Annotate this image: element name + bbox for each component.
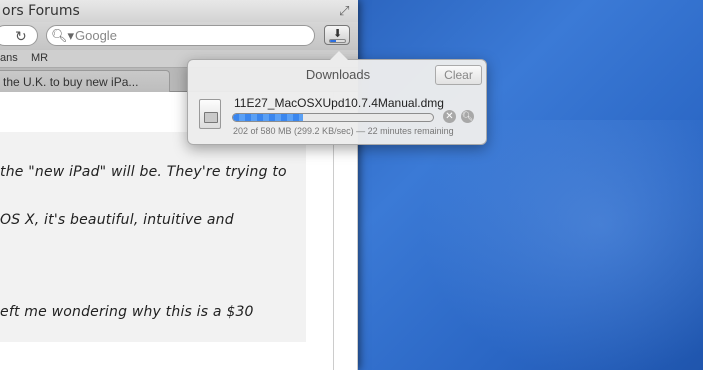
downloads-button[interactable]: ⬇ [324, 25, 350, 45]
popover-arrow [330, 51, 348, 60]
bookmark-item[interactable]: MR [31, 52, 48, 64]
tab[interactable]: the U.K. to buy new iPa... [0, 70, 170, 92]
forum-post: the "new iPad" will be. They're trying t… [0, 132, 306, 342]
search-field[interactable]: 🔍︎▾ [46, 25, 315, 46]
address-field[interactable]: ↻ [0, 25, 38, 46]
safari-window: ors Forums ⤢ ↻ 🔍︎▾ ⬇ ans MR the U.K. to … [0, 0, 358, 370]
fullscreen-icon[interactable]: ⤢ [339, 3, 355, 19]
post-text-line: the "new iPad" will be. They're trying t… [0, 164, 287, 180]
post-text-line: eft me wondering why this is a $30 [0, 304, 254, 320]
download-status: 202 of 580 MB (299.2 KB/sec) — 22 minute… [233, 126, 454, 136]
reveal-in-finder-icon[interactable]: 🔍︎ [461, 110, 474, 123]
stop-download-icon[interactable]: ✕ [443, 110, 456, 123]
downloads-mini-progress [329, 39, 346, 43]
bookmark-item[interactable]: ans [0, 52, 18, 64]
search-icon: 🔍︎▾ [51, 28, 75, 43]
window-title: ors Forums [2, 3, 80, 19]
post-text-line: OS X, it's beautiful, intuitive and [0, 212, 234, 228]
search-input[interactable] [75, 26, 305, 45]
download-progress-bar [232, 113, 434, 122]
download-file-name: 11E27_MacOSXUpd10.7.4Manual.dmg [234, 96, 444, 110]
title-bar: ors Forums ⤢ [0, 0, 358, 22]
reload-icon[interactable]: ↻ [15, 28, 27, 45]
download-progress-fill [233, 114, 303, 121]
tab-label: the U.K. to buy new iPa... [3, 75, 139, 89]
downloads-popover: Downloads Clear 11E27_MacOSXUpd10.7.4Man… [187, 51, 487, 145]
disk-image-icon [199, 99, 221, 129]
clear-button[interactable]: Clear [435, 65, 482, 85]
